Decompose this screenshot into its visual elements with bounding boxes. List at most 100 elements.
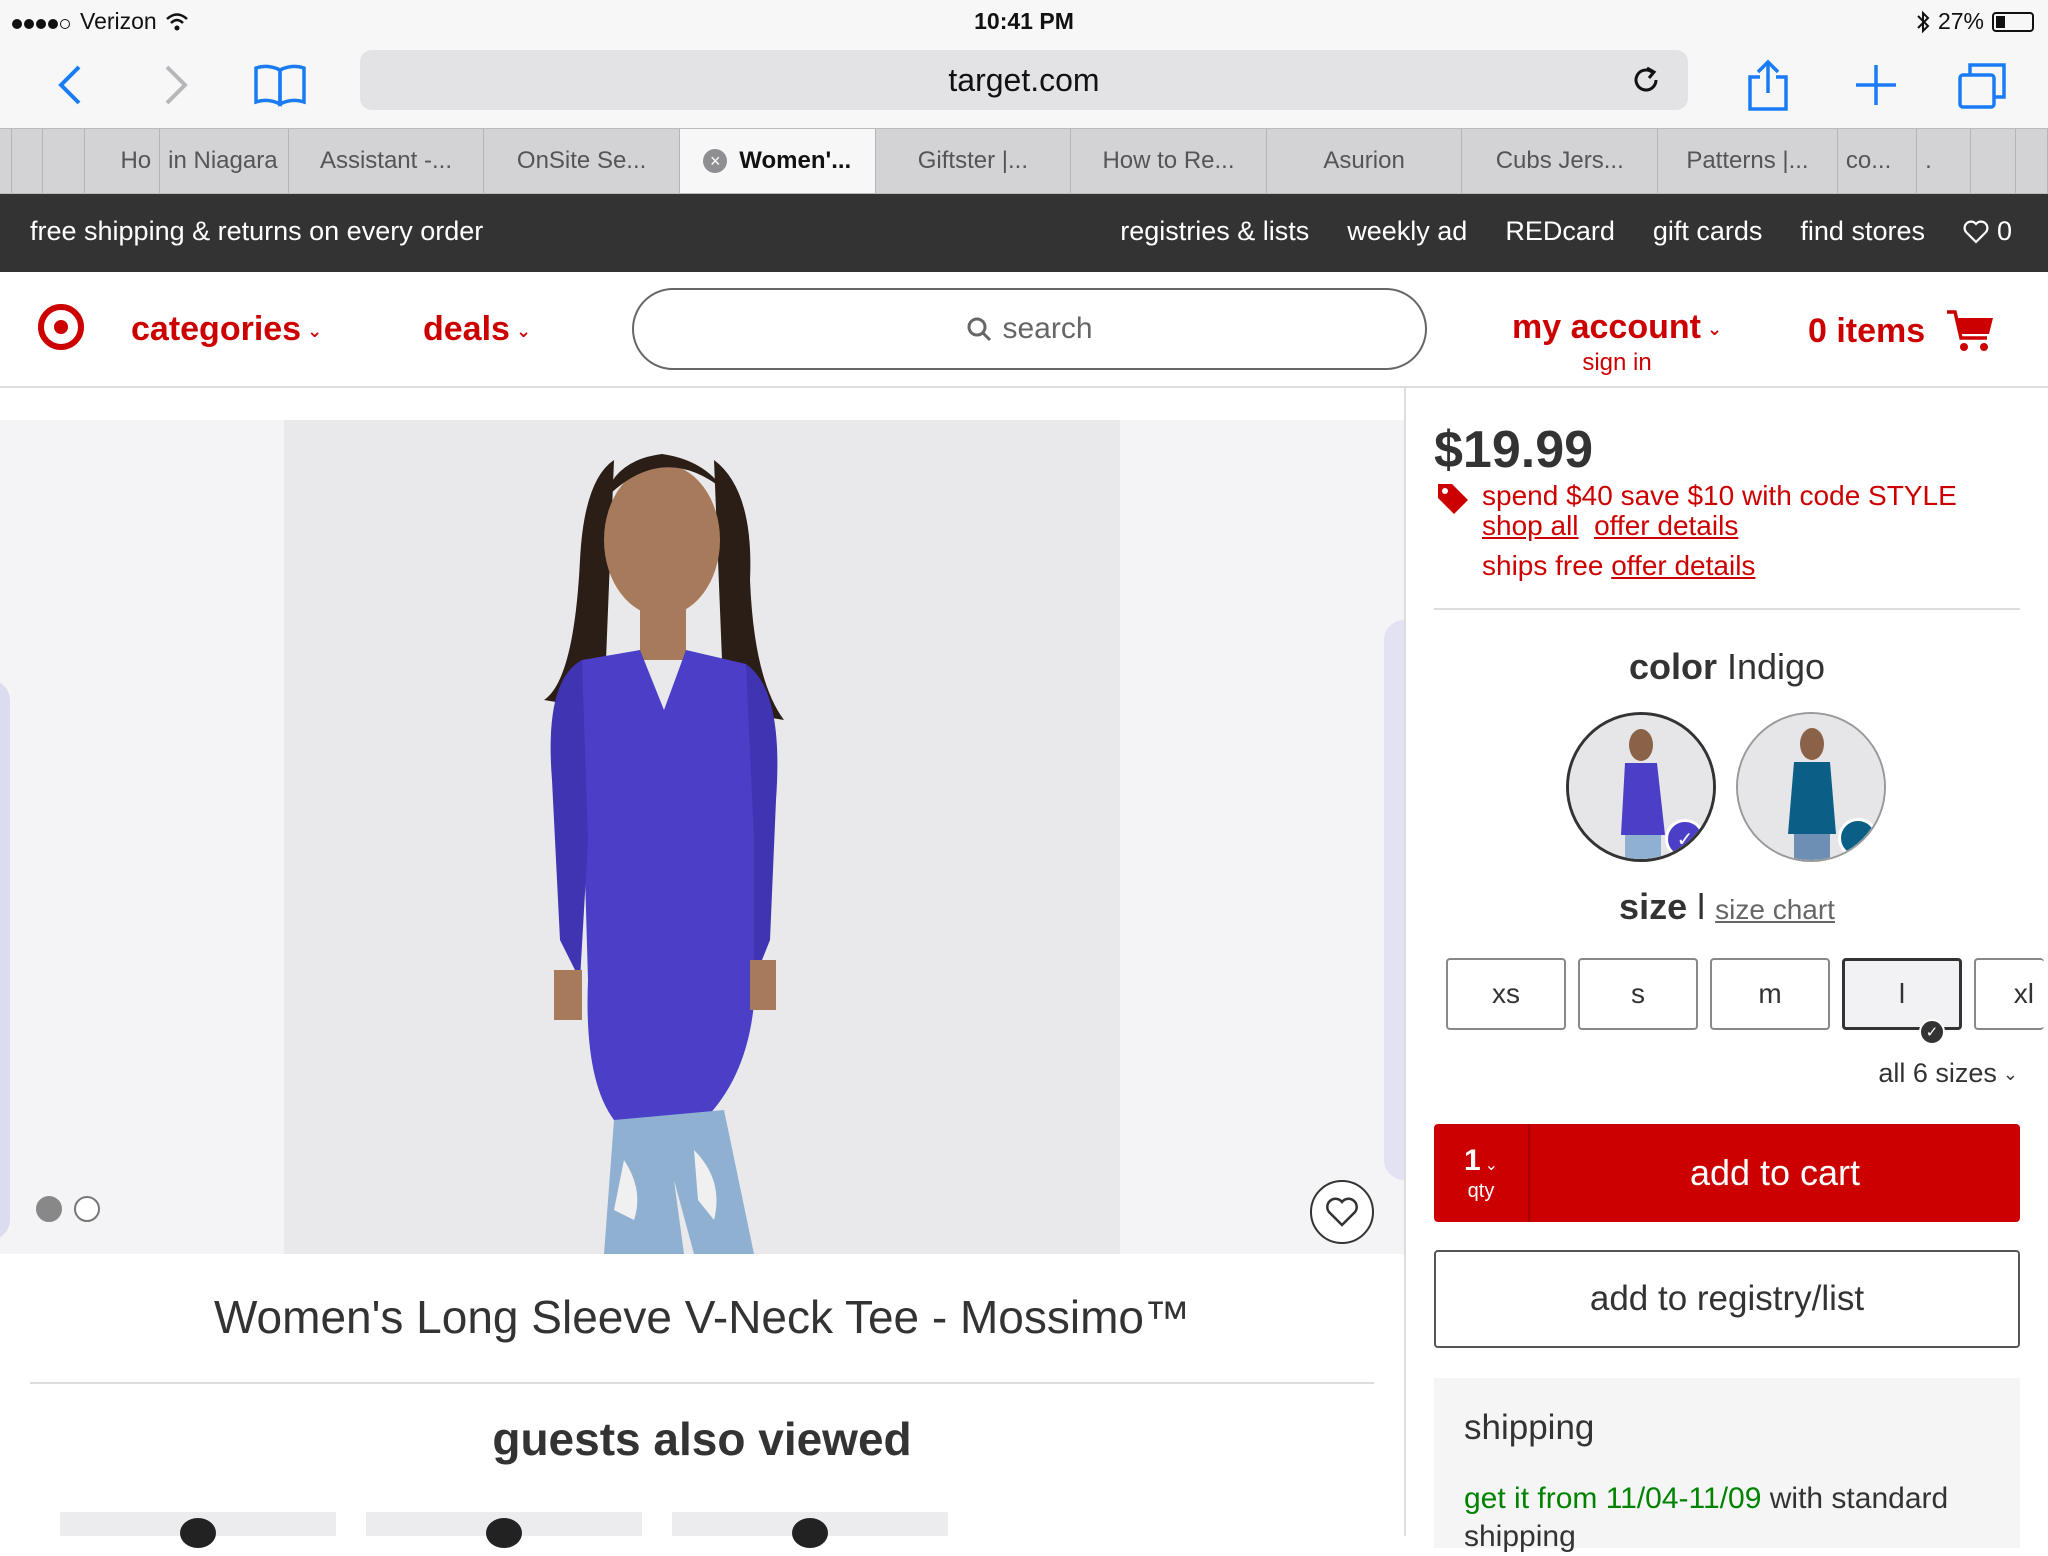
tab-11[interactable]: . <box>1917 129 1971 193</box>
forward-button[interactable] <box>146 42 206 128</box>
tab-9[interactable]: Patterns |... <box>1658 129 1838 193</box>
tabs-icon <box>1958 63 2006 109</box>
reload-icon[interactable] <box>1630 64 1662 104</box>
weekly-ad-link[interactable]: weekly ad <box>1347 216 1467 247</box>
model-photo <box>284 420 1120 1254</box>
chevron-down-icon: ⌄ <box>1706 318 1723 339</box>
add-to-cart-button[interactable]: add to cart <box>1530 1152 2020 1194</box>
pager-dot[interactable] <box>74 1196 100 1222</box>
gift-cards-link[interactable]: gift cards <box>1653 216 1763 247</box>
search-input[interactable]: search <box>632 288 1427 370</box>
size-l[interactable]: l ✓ <box>1842 958 1962 1045</box>
tab-stack[interactable] <box>1971 129 2017 193</box>
also-viewed-item[interactable] <box>672 1512 948 1548</box>
size-xs[interactable]: xs <box>1446 958 1566 1030</box>
browser-toolbar: target.com <box>0 42 2048 128</box>
target-logo[interactable] <box>38 304 84 355</box>
heart-icon <box>1326 1197 1358 1227</box>
check-icon: ✓ <box>1919 1019 1945 1045</box>
image-pager[interactable] <box>36 1196 100 1222</box>
size-label: size l size chart <box>1619 886 1835 927</box>
size-xl[interactable]: xl <box>1974 958 2044 1030</box>
redcard-link[interactable]: REDcard <box>1505 216 1615 247</box>
tab-6[interactable]: How to Re... <box>1071 129 1267 193</box>
sign-in-link[interactable]: sign in <box>1512 349 1722 377</box>
deals-menu[interactable]: deals ⌄ <box>423 310 531 349</box>
back-button[interactable] <box>40 42 100 128</box>
site-header: categories ⌄ deals ⌄ search my account ⌄ si… <box>0 272 2048 388</box>
cart-button[interactable]: 0 items <box>1808 308 1995 354</box>
tab-3[interactable]: OnSite Se... <box>484 129 680 193</box>
tabs-button[interactable] <box>1950 42 2014 128</box>
tab-5[interactable]: Giftster |... <box>876 129 1072 193</box>
chevron-left-icon <box>58 65 81 105</box>
shipping-estimate: get it from 11/04-11/09 with standard sh… <box>1464 1482 1949 1553</box>
next-image-peek[interactable] <box>1120 420 1404 1254</box>
close-tab-icon[interactable]: × <box>703 149 728 173</box>
also-viewed-item[interactable] <box>60 1512 336 1548</box>
color-value: Indigo <box>1726 646 1826 687</box>
product-image[interactable] <box>284 420 1120 1254</box>
tab-stack[interactable] <box>43 129 85 193</box>
tab-4-active[interactable]: × Women'... <box>679 129 876 193</box>
ships-free-text: ships free <box>1482 550 1604 581</box>
divider <box>30 1382 1374 1384</box>
clock: 10:41 PM <box>974 8 1074 34</box>
tab-stack[interactable] <box>2016 129 2048 193</box>
shipping-box: shipping get it from 11/04-11/09 with st… <box>1434 1378 2020 1553</box>
previous-image-peek[interactable] <box>0 420 284 1254</box>
qty-label: qty <box>1467 1180 1495 1202</box>
offer-text: spend $40 save $10 with code STYLE <box>1482 480 1957 511</box>
also-viewed-carousel <box>60 1512 948 1548</box>
offer-details-link[interactable]: offer details <box>1594 510 1738 541</box>
size-chart-link[interactable]: size chart <box>1715 894 1835 925</box>
my-account-menu[interactable]: my account ⌄ sign in <box>1512 308 1722 377</box>
color-dot <box>1838 818 1878 858</box>
tab-stack[interactable] <box>0 129 12 193</box>
tab-10[interactable]: co... <box>1838 129 1918 193</box>
tab-2[interactable]: Assistant -... <box>289 129 485 193</box>
registries-link[interactable]: registries & lists <box>1120 216 1309 247</box>
ships-free-details-link[interactable]: offer details <box>1611 550 1755 581</box>
find-stores-link[interactable]: find stores <box>1800 216 1925 247</box>
address-bar[interactable]: target.com <box>360 50 1688 110</box>
tab-1[interactable]: in Niagara <box>160 129 289 193</box>
size-options: xs s m l ✓ xl <box>1446 958 2044 1045</box>
chevron-down-icon: ⌄ <box>1484 1157 1499 1174</box>
plus-icon <box>1856 65 1896 105</box>
tab-0[interactable]: Ho <box>85 129 161 193</box>
add-to-registry-button[interactable]: add to registry/list <box>1434 1250 2020 1348</box>
new-tab-button[interactable] <box>1846 42 1906 128</box>
tab-stack[interactable] <box>12 129 44 193</box>
tab-8[interactable]: Cubs Jers... <box>1462 129 1659 193</box>
categories-menu[interactable]: categories ⌄ <box>131 310 322 349</box>
share-button[interactable] <box>1738 42 1798 128</box>
heart-icon <box>1963 220 1989 244</box>
size-m[interactable]: m <box>1710 958 1830 1030</box>
all-sizes-toggle[interactable]: all 6 sizes ⌄ <box>1878 1058 2018 1089</box>
purchase-panel: $19.99 spend $40 save $10 with code STYL… <box>1406 388 2048 1553</box>
swatch-teal[interactable] <box>1736 712 1886 862</box>
quantity-select[interactable]: 1 ⌄ qty <box>1434 1124 1530 1222</box>
shop-all-link[interactable]: shop all <box>1482 510 1579 541</box>
size-s[interactable]: s <box>1578 958 1698 1030</box>
color-label: color Indigo <box>1628 646 1826 687</box>
tab-7[interactable]: Asurion <box>1267 129 1463 193</box>
chevron-down-icon: ⌄ <box>2002 1064 2018 1085</box>
favorite-button[interactable] <box>1310 1180 1374 1244</box>
pager-dot-active[interactable] <box>36 1196 62 1222</box>
share-icon <box>1748 59 1788 111</box>
color-swatches: ✓ <box>1566 712 1886 862</box>
cart-count: 0 items <box>1808 311 1926 350</box>
product-gallery[interactable] <box>0 388 1404 1254</box>
favorites-link[interactable]: 0 <box>1963 216 2012 247</box>
product-title: Women's Long Sleeve V-Neck Tee - Mossimo… <box>213 1291 1191 1343</box>
shipping-heading: shipping <box>1464 1408 1595 1447</box>
guests-also-viewed-heading: guests also viewed <box>492 1413 912 1465</box>
price-tag-icon <box>1438 484 1468 514</box>
swatch-indigo[interactable]: ✓ <box>1566 712 1716 862</box>
cart-icon <box>1947 310 1994 351</box>
also-viewed-item[interactable] <box>366 1512 642 1548</box>
url-text: target.com <box>948 61 1100 98</box>
bookmarks-button[interactable] <box>248 42 312 128</box>
